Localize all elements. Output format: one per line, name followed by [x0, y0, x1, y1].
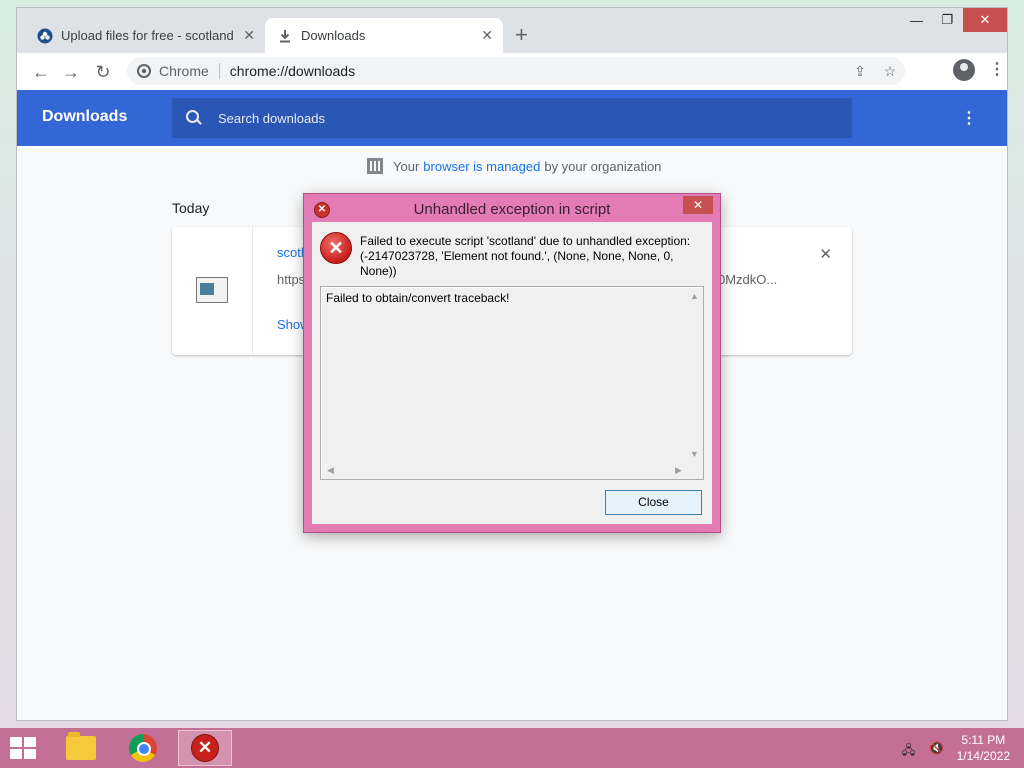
scroll-right-icon[interactable]: ▶ [670, 462, 687, 479]
remove-item-icon[interactable]: ✕ [819, 245, 832, 263]
tab-strip: Upload files for free - scotland_fu ✕ Do… [17, 8, 1007, 53]
close-button[interactable]: Close [605, 490, 702, 515]
traceback-box[interactable]: Failed to obtain/convert traceback! ▲ ▼ … [320, 286, 704, 480]
managed-suffix: by your organization [544, 158, 662, 174]
download-url-tail: 0MzdkO... [718, 272, 778, 287]
taskbar-error-app[interactable]: ✕ [178, 730, 232, 766]
window-controls: — ❐ ✕ [901, 8, 1007, 36]
tab-label: Upload files for free - scotland_fu [61, 28, 233, 43]
clock[interactable]: 5:11 PM 1/14/2022 [957, 732, 1010, 764]
clock-time: 5:11 PM [961, 733, 1006, 747]
tab-label: Downloads [301, 28, 366, 43]
page-title: Downloads [42, 108, 128, 125]
dialog-titlebar[interactable]: ✕ Unhandled exception in script ✕ [304, 194, 720, 222]
profile-avatar-icon[interactable] [953, 59, 975, 81]
chrome-icon [129, 734, 157, 762]
vertical-scrollbar[interactable]: ▲ ▼ [686, 288, 703, 463]
error-message: Failed to execute script 'scotland' due … [360, 234, 691, 278]
window-close-button[interactable]: ✕ [963, 8, 1007, 32]
managed-prefix: Your [393, 158, 420, 174]
taskbar-explorer[interactable] [54, 730, 108, 766]
search-input[interactable] [216, 109, 820, 127]
scroll-up-icon[interactable]: ▲ [686, 288, 703, 305]
new-tab-button[interactable]: + [515, 24, 528, 46]
dialog-body: ✕ Failed to execute script 'scotland' du… [312, 222, 712, 524]
taskbar-chrome[interactable] [116, 730, 170, 766]
tab-downloads[interactable]: Downloads ✕ [265, 18, 503, 53]
tab-close-icon[interactable]: ✕ [243, 27, 255, 44]
scroll-left-icon[interactable]: ◀ [322, 462, 339, 479]
share-icon[interactable]: ⇪ [845, 63, 875, 80]
upload-site-icon [37, 28, 53, 44]
search-bar[interactable] [172, 98, 852, 138]
site-label: Chrome [159, 63, 209, 79]
back-arrow-icon[interactable]: ← [31, 62, 51, 82]
browser-menu-icon[interactable]: ⋮ [989, 62, 1005, 78]
dialog-close-icon[interactable]: ✕ [683, 196, 713, 214]
system-tray: 🖧 🔇 5:11 PM 1/14/2022 [901, 732, 1010, 764]
taskbar: ✕ 🖧 🔇 5:11 PM 1/14/2022 [0, 728, 1024, 768]
url-text: chrome://downloads [229, 63, 356, 79]
horizontal-scrollbar[interactable]: ◀ ▶ [322, 462, 687, 479]
downloads-menu-icon[interactable]: ⋮ [961, 108, 977, 128]
traceback-text: Failed to obtain/convert traceback! [326, 291, 510, 305]
start-button-icon[interactable] [10, 737, 38, 761]
dialog-title: Unhandled exception in script [413, 201, 611, 218]
search-icon [186, 110, 202, 126]
folder-icon [66, 732, 96, 760]
error-app-icon: ✕ [191, 734, 219, 762]
chrome-page-icon [137, 64, 151, 78]
tab-upload-files[interactable]: Upload files for free - scotland_fu ✕ [25, 18, 265, 53]
traceback-area [322, 288, 686, 463]
maximize-button[interactable]: ❐ [932, 8, 963, 32]
omnibox-divider [218, 63, 220, 79]
error-dialog: ✕ Unhandled exception in script ✕ ✕ Fail… [304, 194, 720, 532]
address-bar[interactable]: Chrome chrome://downloads ⇪ ☆ [127, 57, 905, 85]
toolbar-right: ⋮ [953, 59, 1005, 81]
download-url: https [277, 272, 306, 287]
clock-date: 1/14/2022 [956, 749, 1010, 763]
reload-icon[interactable]: ↻ [93, 62, 113, 82]
network-icon[interactable]: 🖧 [901, 741, 917, 757]
section-heading: Today [172, 200, 210, 216]
file-icon-column [172, 227, 253, 355]
tab-close-icon[interactable]: ✕ [481, 27, 493, 44]
bookmark-star-icon[interactable]: ☆ [875, 63, 905, 80]
file-icon [196, 277, 228, 303]
forward-arrow-icon[interactable]: → [61, 62, 81, 82]
error-icon: ✕ [320, 232, 352, 264]
browser-toolbar: ← → ↻ Chrome chrome://downloads ⇪ ☆ ⋮ [17, 53, 1007, 90]
omnibox-actions: ⇪ ☆ [845, 57, 905, 85]
volume-muted-icon[interactable]: 🔇 [929, 741, 945, 755]
downloads-header: Downloads ⋮ [17, 90, 1007, 146]
download-filename[interactable]: scotl [277, 245, 304, 260]
minimize-button[interactable]: — [901, 8, 932, 32]
download-icon [277, 28, 293, 44]
site-info[interactable]: Chrome [137, 63, 209, 79]
managed-link[interactable]: browser is managed [423, 159, 540, 174]
managed-notice: Your browser is managed by your organiza… [367, 158, 661, 174]
scroll-down-icon[interactable]: ▼ [686, 446, 703, 463]
building-icon [367, 158, 383, 174]
scroll-corner [686, 462, 703, 479]
